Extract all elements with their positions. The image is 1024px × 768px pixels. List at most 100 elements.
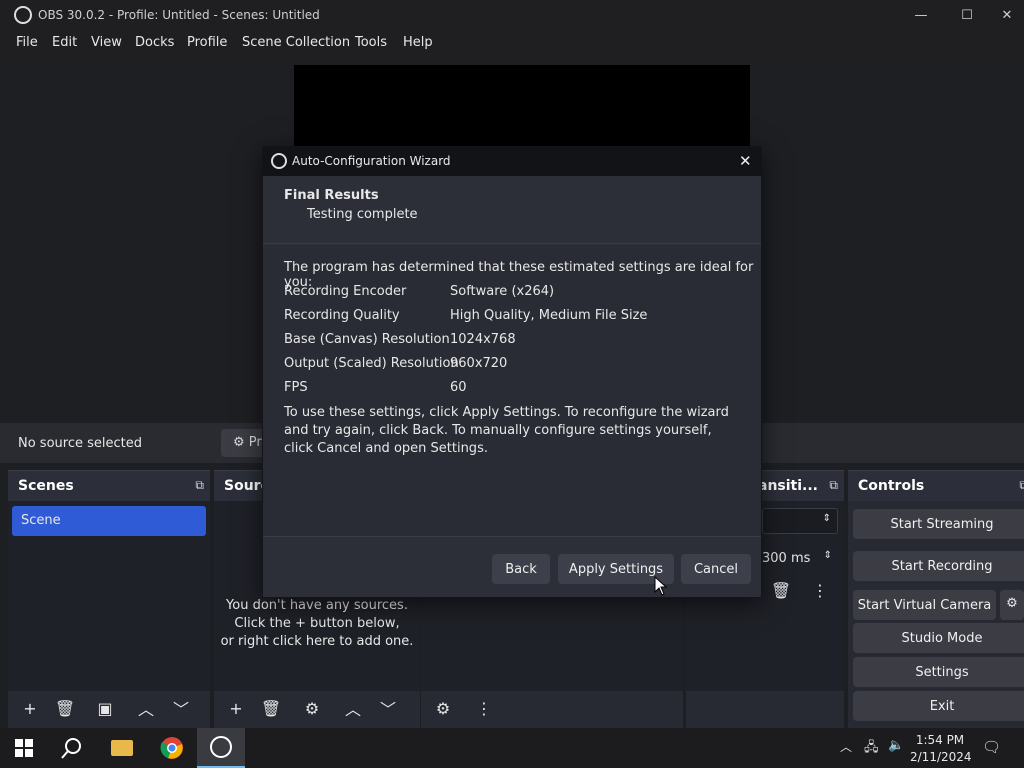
dialog-header: Final Results Testing complete (263, 176, 761, 244)
gear-icon: ⚙ (304, 698, 320, 718)
menu-tools[interactable]: Tools (355, 35, 387, 50)
result-value: 60 (450, 380, 467, 395)
menu-scene-collection[interactable]: Scene Collection (242, 35, 350, 50)
folder-icon (111, 740, 133, 756)
menu-bar: File Edit View Docks Profile Scene Colle… (0, 30, 1024, 58)
file-explorer-button[interactable] (98, 728, 146, 768)
mixer-settings-button[interactable]: ⚙ (429, 694, 457, 722)
maximize-button[interactable]: ☐ (944, 0, 990, 30)
page-subheading: Testing complete (307, 207, 418, 222)
notifications-icon[interactable]: 🗨 (982, 738, 1001, 756)
result-label: Output (Scaled) Resolution (284, 356, 459, 371)
trash-icon: 🗑 (770, 580, 792, 600)
chrome-button[interactable] (148, 728, 196, 768)
start-recording-button[interactable]: Start Recording (853, 551, 1024, 581)
duration-value: 300 ms (762, 551, 811, 566)
scene-name: Scene (21, 513, 61, 528)
empty-line-2: Click the + button below, (234, 616, 400, 631)
volume-muted-icon[interactable]: 🔈 (888, 738, 904, 753)
menu-file[interactable]: File (16, 35, 38, 50)
result-label: FPS (284, 380, 308, 395)
kebab-menu-icon: ⋮ (476, 698, 492, 718)
result-value: High Quality, Medium File Size (450, 308, 648, 323)
gears-icon: ⚙ (435, 698, 451, 718)
dialog-titlebar: Auto-Configuration Wizard ✕ (263, 147, 761, 176)
move-source-up-button[interactable]: ︿ (339, 694, 367, 722)
result-label: Recording Quality (284, 308, 400, 323)
scene-filters-button[interactable]: ▣ (91, 694, 119, 722)
chrome-icon (160, 737, 183, 759)
trash-icon: 🗑 (54, 698, 76, 718)
menu-docks[interactable]: Docks (135, 35, 174, 50)
start-virtual-camera-button[interactable]: Start Virtual Camera (853, 590, 996, 620)
result-label: Recording Encoder (284, 284, 407, 299)
controls-dock-title: Controls (848, 471, 1024, 501)
start-button[interactable] (0, 728, 48, 768)
dialog-body: The program has determined that these es… (263, 245, 761, 537)
kebab-menu-icon: ⋮ (812, 580, 828, 600)
move-scene-down-button[interactable]: ﹀ (167, 694, 195, 722)
undock-icon[interactable]: ⧉ (1019, 478, 1024, 493)
duration-field[interactable]: 300 ms ⇕ (762, 546, 838, 572)
undock-icon[interactable]: ⧉ (829, 478, 838, 493)
undock-icon[interactable]: ⧉ (195, 478, 204, 493)
result-label: Base (Canvas) Resolution (284, 332, 450, 347)
menu-edit[interactable]: Edit (52, 35, 77, 50)
remove-source-button[interactable]: 🗑 (257, 694, 285, 722)
scenes-dock: Scenes ⧉ Scene + 🗑 ▣ ︿ ﹀ (8, 470, 210, 728)
sources-empty-text: You don't have any sources. Click the + … (214, 597, 420, 651)
chevron-updown-icon: ⇕ (822, 513, 831, 524)
gear-icon: ⚙ (233, 435, 245, 450)
obs-logo-icon (271, 153, 287, 169)
menu-view[interactable]: View (91, 35, 122, 50)
window-titlebar: OBS 30.0.2 - Profile: Untitled - Scenes:… (0, 0, 1024, 30)
transition-menu-button[interactable]: ⋮ (806, 576, 834, 604)
filter-icon: ▣ (97, 698, 113, 718)
windows-logo-icon (15, 739, 33, 757)
add-source-button[interactable]: + (222, 694, 250, 722)
settings-button[interactable]: Settings (853, 657, 1024, 687)
clock-date: 2/11/2024 (910, 750, 972, 764)
dialog-title: Auto-Configuration Wizard (292, 154, 451, 168)
source-properties-button[interactable]: ⚙ (298, 694, 326, 722)
search-button[interactable] (48, 728, 96, 768)
transition-select[interactable]: ⇕ (762, 508, 838, 534)
instructions-text: To use these settings, click Apply Setti… (284, 405, 729, 456)
close-icon[interactable]: ✕ (739, 152, 752, 170)
scene-list-item[interactable]: Scene (12, 506, 206, 536)
close-window-button[interactable]: ✕ (990, 0, 1024, 30)
empty-line-1: You don't have any sources. (226, 598, 408, 613)
mixer-menu-button[interactable]: ⋮ (470, 694, 498, 722)
back-button[interactable]: Back (492, 554, 550, 584)
scenes-dock-title: Scenes (8, 471, 210, 501)
menu-help[interactable]: Help (403, 35, 433, 50)
obs-taskbar-button[interactable] (197, 728, 245, 768)
add-scene-button[interactable]: + (16, 694, 44, 722)
start-streaming-button[interactable]: Start Streaming (853, 509, 1024, 539)
no-source-label: No source selected (18, 436, 142, 451)
window-title: OBS 30.0.2 - Profile: Untitled - Scenes:… (38, 8, 320, 22)
minimize-button[interactable]: — (898, 0, 944, 30)
clock[interactable]: 1:54 PM 2/11/2024 (910, 732, 972, 766)
move-scene-up-button[interactable]: ︿ (132, 694, 160, 722)
search-icon (61, 738, 81, 759)
move-source-down-button[interactable]: ﹀ (374, 694, 402, 722)
menu-profile[interactable]: Profile (187, 35, 227, 50)
result-value: 1024x768 (450, 332, 516, 347)
exit-button[interactable]: Exit (853, 691, 1024, 721)
network-icon[interactable]: 🖧 (864, 738, 879, 760)
virtual-camera-settings-button[interactable]: ⚙ (1000, 590, 1024, 620)
mouse-cursor-icon (654, 576, 668, 596)
result-value: 960x720 (450, 356, 508, 371)
obs-logo-icon (14, 6, 32, 24)
tray-chevron-icon[interactable]: ︿ (840, 738, 852, 755)
studio-mode-button[interactable]: Studio Mode (853, 623, 1024, 653)
properties-label: Pr (248, 435, 262, 450)
page-heading: Final Results (284, 188, 379, 203)
remove-transition-button[interactable]: 🗑 (767, 576, 795, 604)
remove-scene-button[interactable]: 🗑 (51, 694, 79, 722)
trash-icon: 🗑 (260, 698, 282, 718)
cancel-button[interactable]: Cancel (681, 554, 751, 584)
result-value: Software (x264) (450, 284, 555, 299)
spinner-icon[interactable]: ⇕ (824, 550, 832, 561)
